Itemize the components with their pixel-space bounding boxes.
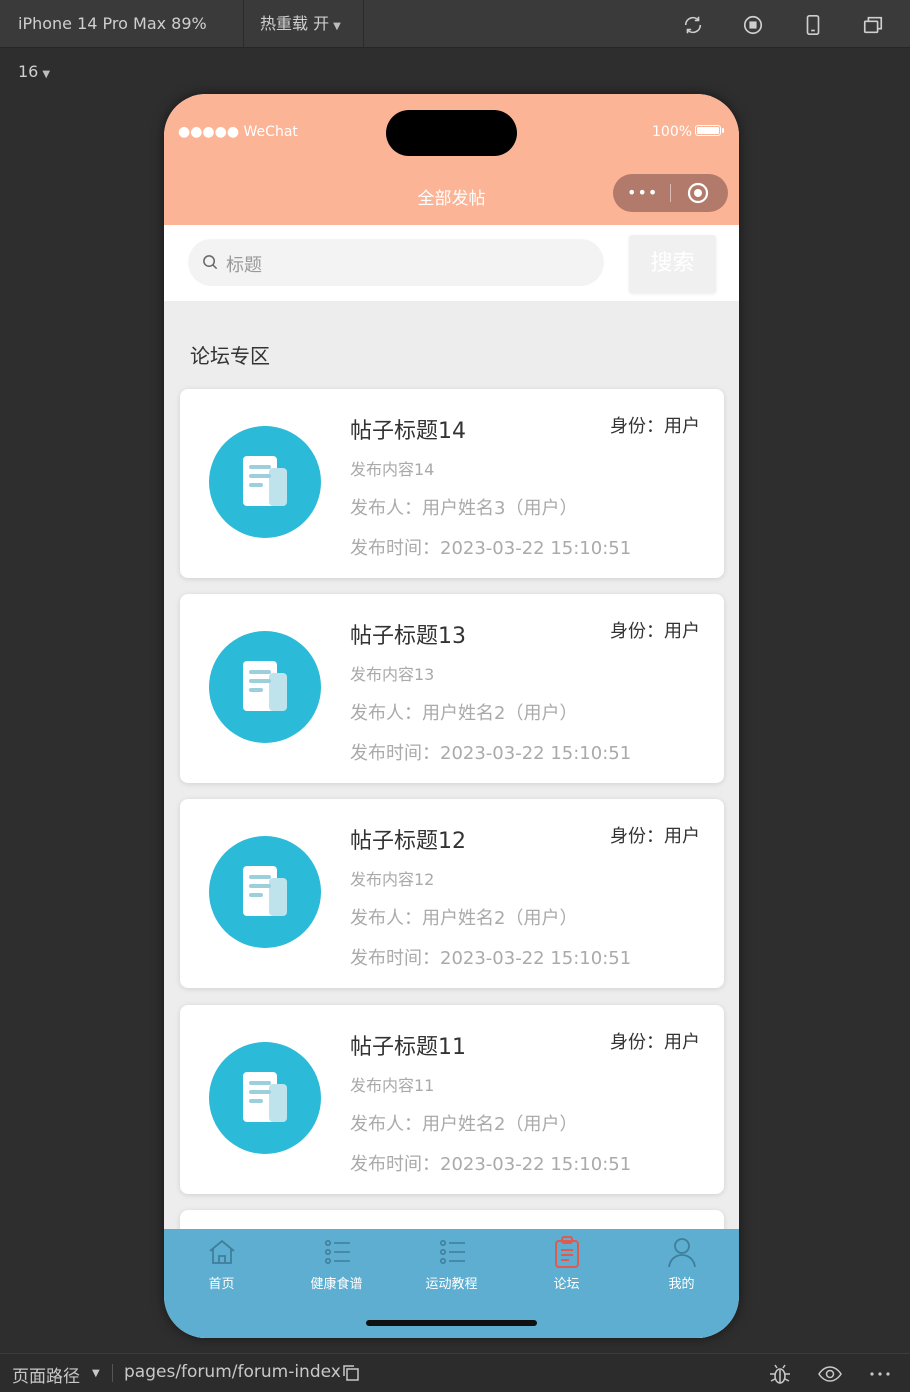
home-icon — [208, 1239, 235, 1264]
chevron-down-icon: ▼ — [42, 69, 51, 80]
list-icon — [324, 1240, 350, 1264]
tab-label: 我的 — [668, 1277, 695, 1292]
devtools-statusbar: 页面路径 ▼ pages/forum/forum-index — [0, 1353, 910, 1392]
post-title: 帖子标题13 — [350, 624, 466, 649]
list-icon — [439, 1240, 465, 1264]
post-role: 身份：用户 — [610, 826, 700, 847]
user-icon — [667, 1238, 696, 1268]
tab-mine[interactable]: 我的 — [624, 1235, 739, 1295]
close-target-icon[interactable] — [687, 182, 709, 204]
post-time: 发布时间：2023-03-22 15:10:51 — [350, 538, 632, 559]
bug-icon[interactable] — [768, 1363, 792, 1385]
more-options-icon[interactable] — [868, 1363, 892, 1385]
post-time: 发布时间：2023-03-22 15:10:51 — [350, 948, 632, 969]
document-icon — [209, 836, 321, 948]
post-content: 发布内容11 — [350, 1076, 435, 1095]
post-card[interactable]: 帖子标题14 身份：用户发布内容14 发布人：用户姓名3（用户） 发布时间：2023-… — [180, 389, 724, 578]
post-title: 帖子标题11 — [350, 1035, 466, 1060]
post-content: 发布内容14 — [350, 460, 435, 479]
post-role: 身份：用户 — [610, 621, 700, 642]
phone-icon[interactable] — [802, 14, 824, 36]
tab-label: 健康食谱 — [310, 1277, 363, 1292]
post-author: 发布人：用户姓名2（用户） — [350, 1114, 578, 1135]
chevron-down-icon[interactable]: ▼ — [92, 1368, 100, 1379]
post-author: 发布人：用户姓名2（用户） — [350, 703, 578, 724]
post-title: 帖子标题12 — [350, 829, 466, 854]
post-title: 帖子标题14 — [350, 419, 466, 444]
chevron-down-icon: ▼ — [333, 21, 341, 32]
post-time: 发布时间：2023-03-22 15:10:51 — [350, 1154, 632, 1175]
post-author: 发布人：用户姓名2（用户） — [350, 908, 578, 929]
document-icon — [209, 1042, 321, 1154]
mini-program-capsule: ••• — [613, 174, 728, 212]
capsule-divider — [670, 184, 671, 202]
tab-label: 运动教程 — [425, 1277, 478, 1292]
devtools-toolbar: iPhone 14 Pro Max 89% 16 ▼ 热重载 开 ▼ — [0, 0, 910, 81]
search-icon — [202, 254, 219, 271]
document-icon — [209, 631, 321, 743]
tab-tutorials[interactable]: 运动教程 — [394, 1235, 509, 1295]
signal-indicator: ●●●●● WeChat — [178, 124, 298, 140]
search-bar: 标题 搜索 — [164, 225, 739, 301]
hot-reload-label: 热重载 开 — [260, 14, 330, 33]
refresh-icon[interactable] — [682, 14, 704, 36]
hot-reload-toggle[interactable]: 热重载 开 ▼ — [246, 0, 364, 48]
post-card[interactable]: 帖子标题11 身份：用户发布内容11 发布人：用户姓名2（用户） 发布时间：2023-… — [180, 1005, 724, 1194]
tab-forum[interactable]: 论坛 — [509, 1235, 624, 1295]
post-time: 发布时间：2023-03-22 15:10:51 — [350, 743, 632, 764]
dynamic-island — [386, 110, 517, 156]
search-button[interactable]: 搜索 — [629, 235, 716, 293]
tab-recipes[interactable]: 健康食谱 — [279, 1235, 394, 1295]
post-content: 发布内容13 — [350, 665, 435, 684]
device-selector[interactable]: iPhone 14 Pro Max 89% 16 ▼ — [4, 0, 244, 81]
post-author: 发布人：用户姓名3（用户） — [350, 498, 578, 519]
post-role: 身份：用户 — [610, 416, 700, 437]
post-content: 发布内容12 — [350, 870, 435, 889]
page-path-value: pages/forum/forum-index — [124, 1362, 341, 1382]
post-card[interactable]: 帖子标题12 身份：用户发布内容12 发布人：用户姓名2（用户） 发布时间：2023-… — [180, 799, 724, 988]
copy-icon[interactable] — [342, 1364, 360, 1382]
battery-icon — [695, 125, 721, 136]
section-title: 论坛专区 — [190, 344, 270, 368]
battery-percent: 100% — [652, 124, 693, 140]
document-icon — [209, 426, 321, 538]
home-indicator — [366, 1320, 537, 1326]
tab-label: 论坛 — [553, 1277, 580, 1292]
page-path-label[interactable]: 页面路径 — [12, 1362, 80, 1387]
battery-tip — [722, 128, 724, 133]
search-input[interactable]: 标题 — [188, 239, 604, 286]
app-header: ●●●●● WeChat 100% 全部发帖 ••• — [164, 94, 739, 225]
phone-simulator: ●●●●● WeChat 100% 全部发帖 ••• 标题 搜索 论坛专区 帖子… — [164, 94, 739, 1338]
search-placeholder: 标题 — [226, 255, 262, 276]
clipboard-icon — [554, 1236, 579, 1268]
more-icon[interactable]: ••• — [627, 183, 658, 202]
tab-bar: 首页 健康食谱 运动教程 论坛 我的 — [164, 1229, 739, 1338]
window-icon[interactable] — [862, 14, 884, 36]
eye-icon[interactable] — [818, 1363, 842, 1385]
post-card[interactable]: 帖子标题13 身份：用户发布内容13 发布人：用户姓名2（用户） 发布时间：2023-… — [180, 594, 724, 783]
stop-icon[interactable] — [742, 14, 764, 36]
tab-home[interactable]: 首页 — [164, 1235, 279, 1295]
divider — [112, 1364, 113, 1382]
post-role: 身份：用户 — [610, 1032, 700, 1053]
tab-label: 首页 — [208, 1277, 235, 1292]
